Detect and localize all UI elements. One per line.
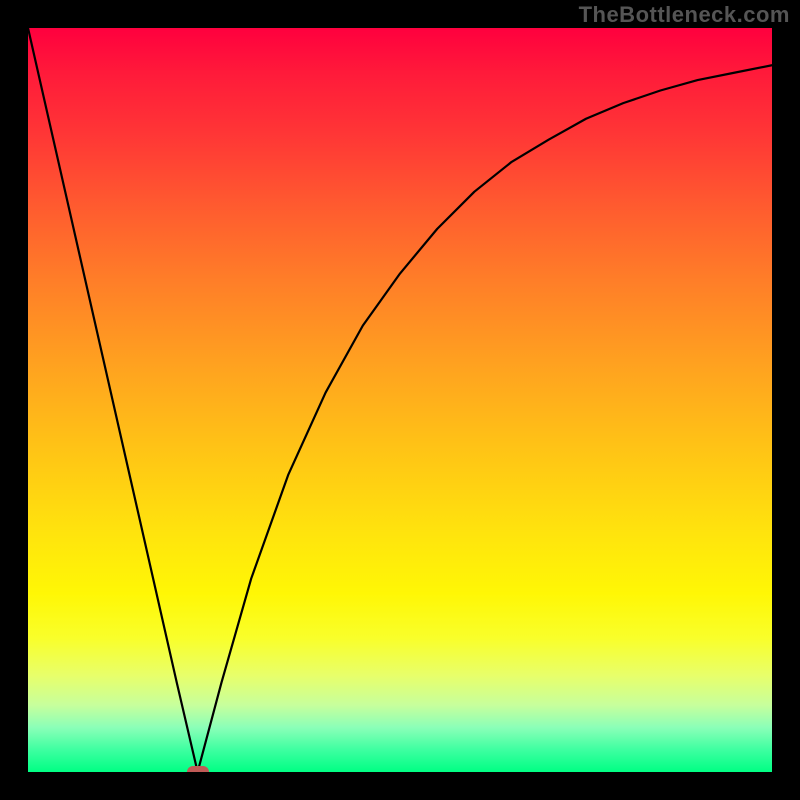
watermark-text: TheBottleneck.com <box>579 2 790 28</box>
chart-frame: TheBottleneck.com <box>0 0 800 800</box>
plot-area <box>28 28 772 772</box>
bottleneck-curve <box>28 28 772 772</box>
minimum-marker <box>187 766 209 772</box>
